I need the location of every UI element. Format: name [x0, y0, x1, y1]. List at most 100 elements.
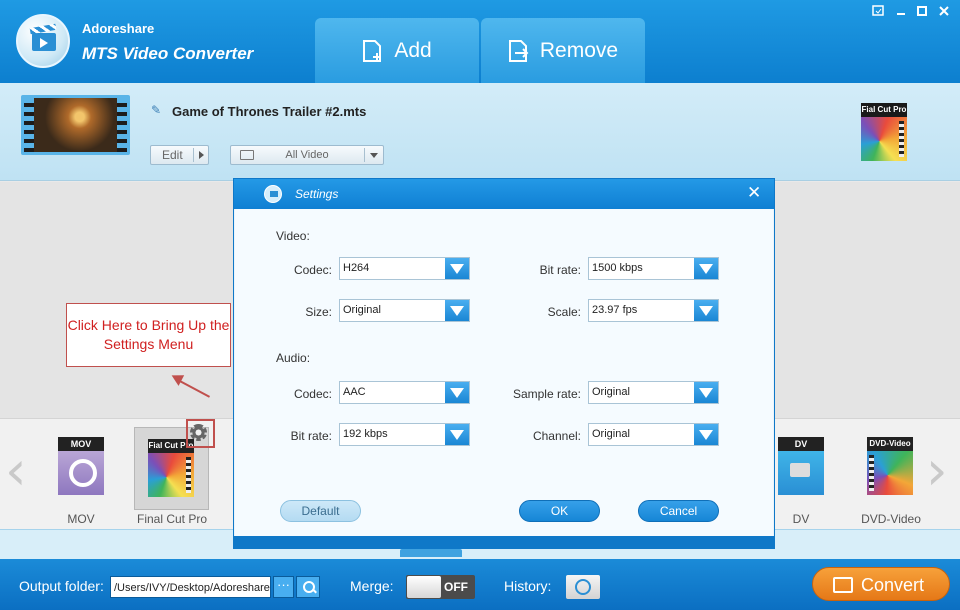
format-dvd-video-icon[interactable]: DVD-Video — [867, 437, 913, 495]
collapse-tab[interactable] — [400, 549, 462, 557]
title-bar: Adoreshare MTS Video Converter Add Remov… — [0, 0, 960, 83]
chevron-down-icon — [694, 424, 718, 445]
merge-state: OFF — [444, 580, 468, 594]
convert-label: Convert — [861, 575, 925, 595]
bottom-bar: Output folder: /Users/IVY/Desktop/Adores… — [0, 559, 960, 610]
video-track-dropdown[interactable]: All Video — [230, 145, 384, 165]
video-size-label: Size: — [305, 305, 332, 319]
add-label: Add — [394, 38, 432, 62]
edit-button[interactable]: Edit — [150, 145, 209, 165]
video-section-heading: Video: — [276, 229, 310, 243]
video-thumbnail[interactable] — [21, 95, 130, 155]
video-bitrate-label: Bit rate: — [539, 263, 581, 277]
dialog-footer — [234, 536, 774, 548]
cancel-button[interactable]: Cancel — [638, 500, 719, 522]
brand-name: Adoreshare — [82, 21, 155, 36]
video-size-dropdown[interactable]: Original — [339, 299, 470, 322]
dialog-title: Settings — [295, 187, 339, 201]
audio-bitrate-label: Bit rate: — [290, 429, 332, 443]
audio-bitrate-value: 192 kbps — [343, 428, 388, 440]
remove-button[interactable]: Remove — [481, 18, 645, 83]
audio-samplerate-label: Sample rate: — [512, 387, 581, 401]
audio-channel-value: Original — [592, 428, 630, 440]
format-label-mov: MOV — [67, 512, 95, 526]
film-icon — [240, 150, 254, 160]
convert-button[interactable]: Convert — [812, 567, 950, 601]
video-track-value: All Video — [285, 149, 329, 161]
video-codec-label: Codec: — [293, 263, 332, 277]
merge-label: Merge: — [350, 578, 394, 594]
maximize-icon[interactable] — [914, 5, 930, 21]
history-clock-icon[interactable] — [566, 575, 600, 599]
video-codec-value: H264 — [343, 262, 370, 274]
audio-codec-value: AAC — [343, 386, 366, 398]
audio-samplerate-dropdown[interactable]: Original — [588, 381, 719, 404]
file-name: Game of Thrones Trailer #2.mts — [172, 104, 367, 119]
audio-codec-dropdown[interactable]: AAC — [339, 381, 470, 404]
rename-pencil-icon[interactable]: ✎ — [151, 103, 161, 117]
format-dv-icon[interactable]: DV — [778, 437, 824, 495]
settings-callout: Click Here to Bring Up the Settings Menu — [66, 303, 231, 367]
video-scale-dropdown[interactable]: 23.97 fps — [588, 299, 719, 322]
format-mov-icon[interactable]: MOV — [58, 437, 104, 495]
open-folder-search-icon[interactable] — [296, 576, 320, 598]
merge-toggle[interactable]: OFF — [406, 575, 475, 599]
product-name: MTS Video Converter — [82, 44, 254, 63]
format-label-dvd-video: DVD-Video — [861, 512, 921, 526]
next-arrow-icon[interactable]: › — [926, 441, 948, 501]
chevron-down-icon — [445, 300, 469, 321]
dialog-close-icon[interactable]: ✕ — [747, 184, 761, 202]
add-file-icon — [363, 39, 382, 62]
feedback-icon[interactable] — [870, 5, 886, 21]
video-scale-label: Scale: — [547, 305, 581, 319]
add-button[interactable]: Add — [315, 18, 479, 83]
video-scale-value: 23.97 fps — [592, 304, 638, 316]
default-button[interactable]: Default — [280, 500, 361, 522]
chevron-down-icon — [694, 300, 718, 321]
app-logo-icon — [16, 14, 70, 68]
output-format-badge: Fial Cut Pro — [861, 103, 907, 117]
audio-codec-label: Codec: — [293, 387, 332, 401]
minimize-icon[interactable] — [893, 5, 909, 21]
format-badge: DVD-Video — [867, 437, 913, 451]
ok-button[interactable]: OK — [519, 500, 600, 522]
dialog-body: Video: Codec: H264 Bit rate: 1500 kbps S… — [235, 209, 773, 536]
remove-file-icon — [508, 39, 529, 62]
close-icon[interactable] — [936, 5, 952, 21]
previous-arrow-icon[interactable]: ‹ — [5, 441, 27, 501]
dialog-title-bar: Settings ✕ — [234, 179, 774, 209]
play-arrow-icon — [199, 151, 204, 159]
chevron-down-icon — [445, 382, 469, 403]
audio-samplerate-value: Original — [592, 386, 630, 398]
output-format-icon[interactable]: Fial Cut Pro — [861, 103, 907, 161]
output-folder-label: Output folder: — [19, 578, 104, 594]
file-row: ✎ Game of Thrones Trailer #2.mts Edit Al… — [0, 83, 960, 181]
format-badge: DV — [778, 437, 824, 451]
audio-channel-dropdown[interactable]: Original — [588, 423, 719, 446]
audio-section-heading: Audio: — [276, 351, 311, 365]
convert-icon — [833, 577, 853, 593]
video-bitrate-value: 1500 kbps — [592, 262, 643, 274]
output-folder-field[interactable]: /Users/IVY/Desktop/Adoreshare — [110, 576, 271, 598]
chevron-down-icon — [694, 382, 718, 403]
audio-bitrate-dropdown[interactable]: 192 kbps — [339, 423, 470, 446]
edit-label: Edit — [162, 148, 183, 162]
video-size-value: Original — [343, 304, 381, 316]
format-badge: MOV — [58, 437, 104, 451]
toggle-knob — [407, 576, 441, 598]
chevron-down-icon — [445, 424, 469, 445]
chevron-down-icon — [370, 153, 378, 158]
audio-channel-label: Channel: — [532, 429, 581, 443]
chevron-down-icon — [694, 258, 718, 279]
remove-label: Remove — [539, 38, 619, 62]
settings-dialog: Settings ✕ Video: Codec: H264 Bit rate: … — [233, 178, 775, 549]
format-label-final-cut-pro: Final Cut Pro — [136, 512, 208, 526]
video-codec-dropdown[interactable]: H264 — [339, 257, 470, 280]
gear-icon[interactable] — [190, 424, 207, 441]
dialog-app-icon — [264, 185, 282, 203]
format-label-dv: DV — [792, 512, 810, 526]
history-label: History: — [504, 578, 552, 594]
chevron-down-icon — [445, 258, 469, 279]
browse-button[interactable]: ··· — [273, 576, 294, 598]
video-bitrate-dropdown[interactable]: 1500 kbps — [588, 257, 719, 280]
